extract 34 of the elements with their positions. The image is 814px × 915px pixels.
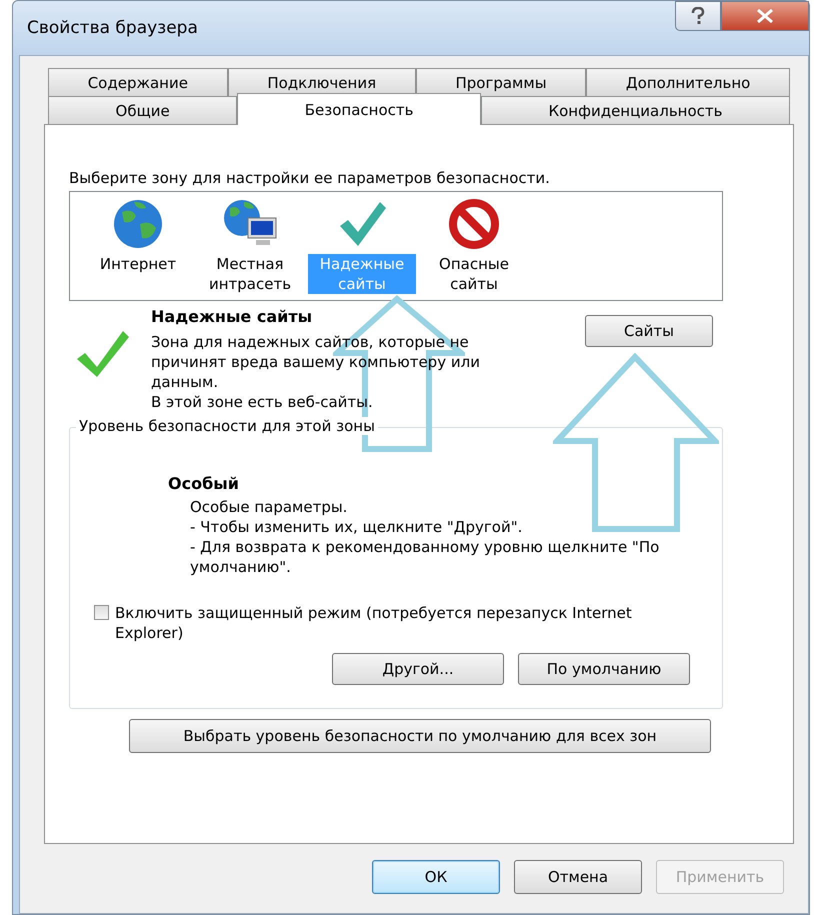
zone-description: Зона для надежных сайтов, которые не причинят вреда вашему компьютеру или данным. — [151, 332, 481, 392]
group-legend: Уровень безопасности для этой зоны — [76, 417, 378, 435]
level-description: Особые параметры. — [190, 497, 348, 517]
tab[interactable]: Конфиденциальность — [480, 96, 790, 124]
dialog-button[interactable]: ОК — [372, 860, 500, 894]
tab[interactable]: Общие — [48, 96, 238, 124]
level-description: - Для возврата к рекомендованному уровню щелкните "По умолчанию". — [190, 537, 660, 577]
no-entry-icon — [448, 198, 500, 250]
zone-item[interactable]: Местная интрасеть — [196, 254, 304, 294]
sites-button[interactable]: Сайты — [585, 315, 713, 347]
zone-item[interactable]: Опасные сайты — [420, 254, 528, 294]
zone-note: В этой зоне есть веб-сайты. — [151, 392, 374, 412]
tab[interactable]: Содержание — [48, 68, 228, 96]
level-button[interactable]: Другой... — [332, 653, 504, 685]
dialog-button[interactable]: Отмена — [514, 860, 642, 894]
checkbox[interactable] — [94, 605, 109, 620]
level-button[interactable]: По умолчанию — [518, 653, 690, 685]
check-icon — [75, 329, 131, 379]
close-button[interactable] — [721, 1, 809, 31]
reset-all-button[interactable]: Выбрать уровень безопасности по умолчанию для всех зон — [129, 719, 711, 753]
level-name: Особый — [168, 474, 240, 493]
level-description: - Чтобы изменить их, щелкните "Другой". — [190, 517, 524, 537]
zone-title: Надежные сайты — [151, 307, 314, 326]
close-icon — [756, 9, 774, 23]
zone-item[interactable]: Интернет — [96, 254, 180, 274]
tab[interactable]: Программы — [416, 68, 586, 96]
zone-prompt: Выберите зону для настройки ее параметров безопасности. — [69, 169, 551, 187]
tab[interactable]: Безопасность — [237, 93, 481, 125]
checkbox-label: Включить защищенный режим (потребуется перезапуск Internet Explorer) — [115, 603, 633, 643]
help-icon — [690, 7, 706, 25]
tab[interactable]: Дополнительно — [586, 68, 790, 96]
window-title: Свойства браузера — [27, 18, 198, 38]
globe-icon — [112, 198, 164, 250]
help-button[interactable] — [675, 1, 721, 31]
